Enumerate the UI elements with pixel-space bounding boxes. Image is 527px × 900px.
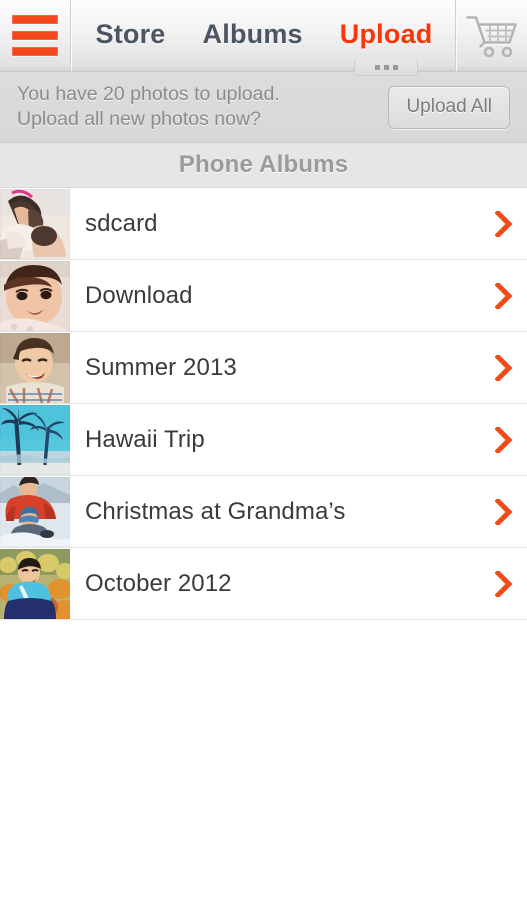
handle-dot-1 [374,64,380,70]
album-thumbnail [0,260,70,331]
upload-prompt-line-1: You have 20 photos to upload. [17,83,280,105]
album-thumbnail [0,476,70,547]
nav-tab-upload[interactable]: Upload [339,19,433,76]
section-header-title: Phone Albums [178,151,349,178]
chevron-right-icon[interactable] [481,498,527,525]
active-tab-handle[interactable] [354,59,419,76]
chevron-right-icon[interactable] [481,282,527,309]
album-name: Summer 2013 [85,353,237,381]
nav-links: Store Albums Upload [71,0,455,76]
nav-tab-upload-label: Upload [339,19,433,49]
chevron-right-icon[interactable] [481,426,527,453]
nav-tab-store[interactable]: Store [96,19,166,52]
album-thumbnail [0,188,70,259]
hamburger-bar-3 [12,47,58,56]
hamburger-menu-icon[interactable] [0,0,71,71]
album-name: October 2012 [85,569,232,597]
nav-tab-store-label: Store [95,19,166,49]
handle-dot-2 [383,64,389,70]
album-name: Christmas at Grandma’s [85,497,346,525]
album-list-item[interactable]: Christmas at Grandma’s [0,476,527,548]
nav-tab-albums[interactable]: Albums [203,19,303,52]
handle-dot-3 [392,64,398,70]
upload-all-button[interactable]: Upload All [388,85,510,129]
top-navigation-bar: Store Albums Upload [0,0,527,76]
album-list-item[interactable]: October 2012 [0,548,527,620]
upload-prompt-line-2: Upload all new photos now? [17,108,261,130]
album-list: sdcard Download Summer 2013 Hawaii Trip … [0,188,527,620]
album-list-item[interactable]: sdcard [0,188,527,260]
hamburger-bar-2 [12,31,58,40]
album-thumbnail [0,548,70,619]
album-name: Hawaii Trip [85,425,205,453]
album-list-item[interactable]: Summer 2013 [0,332,527,404]
chevron-right-icon[interactable] [481,570,527,597]
upload-prompt-bar: You have 20 photos to upload. Upload all… [0,72,527,143]
album-thumbnail [0,404,70,475]
upload-prompt-text: You have 20 photos to upload. Upload all… [17,82,388,132]
section-header: Phone Albums [0,143,527,188]
chevron-right-icon[interactable] [481,210,527,237]
album-list-item[interactable]: Hawaii Trip [0,404,527,476]
album-name: sdcard [85,209,158,237]
album-list-item[interactable]: Download [0,260,527,332]
album-name: Download [85,281,193,309]
hamburger-bar-1 [12,15,58,24]
shopping-cart-icon[interactable] [455,0,527,71]
album-thumbnail [0,332,70,403]
nav-tab-albums-label: Albums [202,19,303,49]
app-root: Store Albums Upload You have 20 photos t… [0,0,527,900]
chevron-right-icon[interactable] [481,354,527,381]
